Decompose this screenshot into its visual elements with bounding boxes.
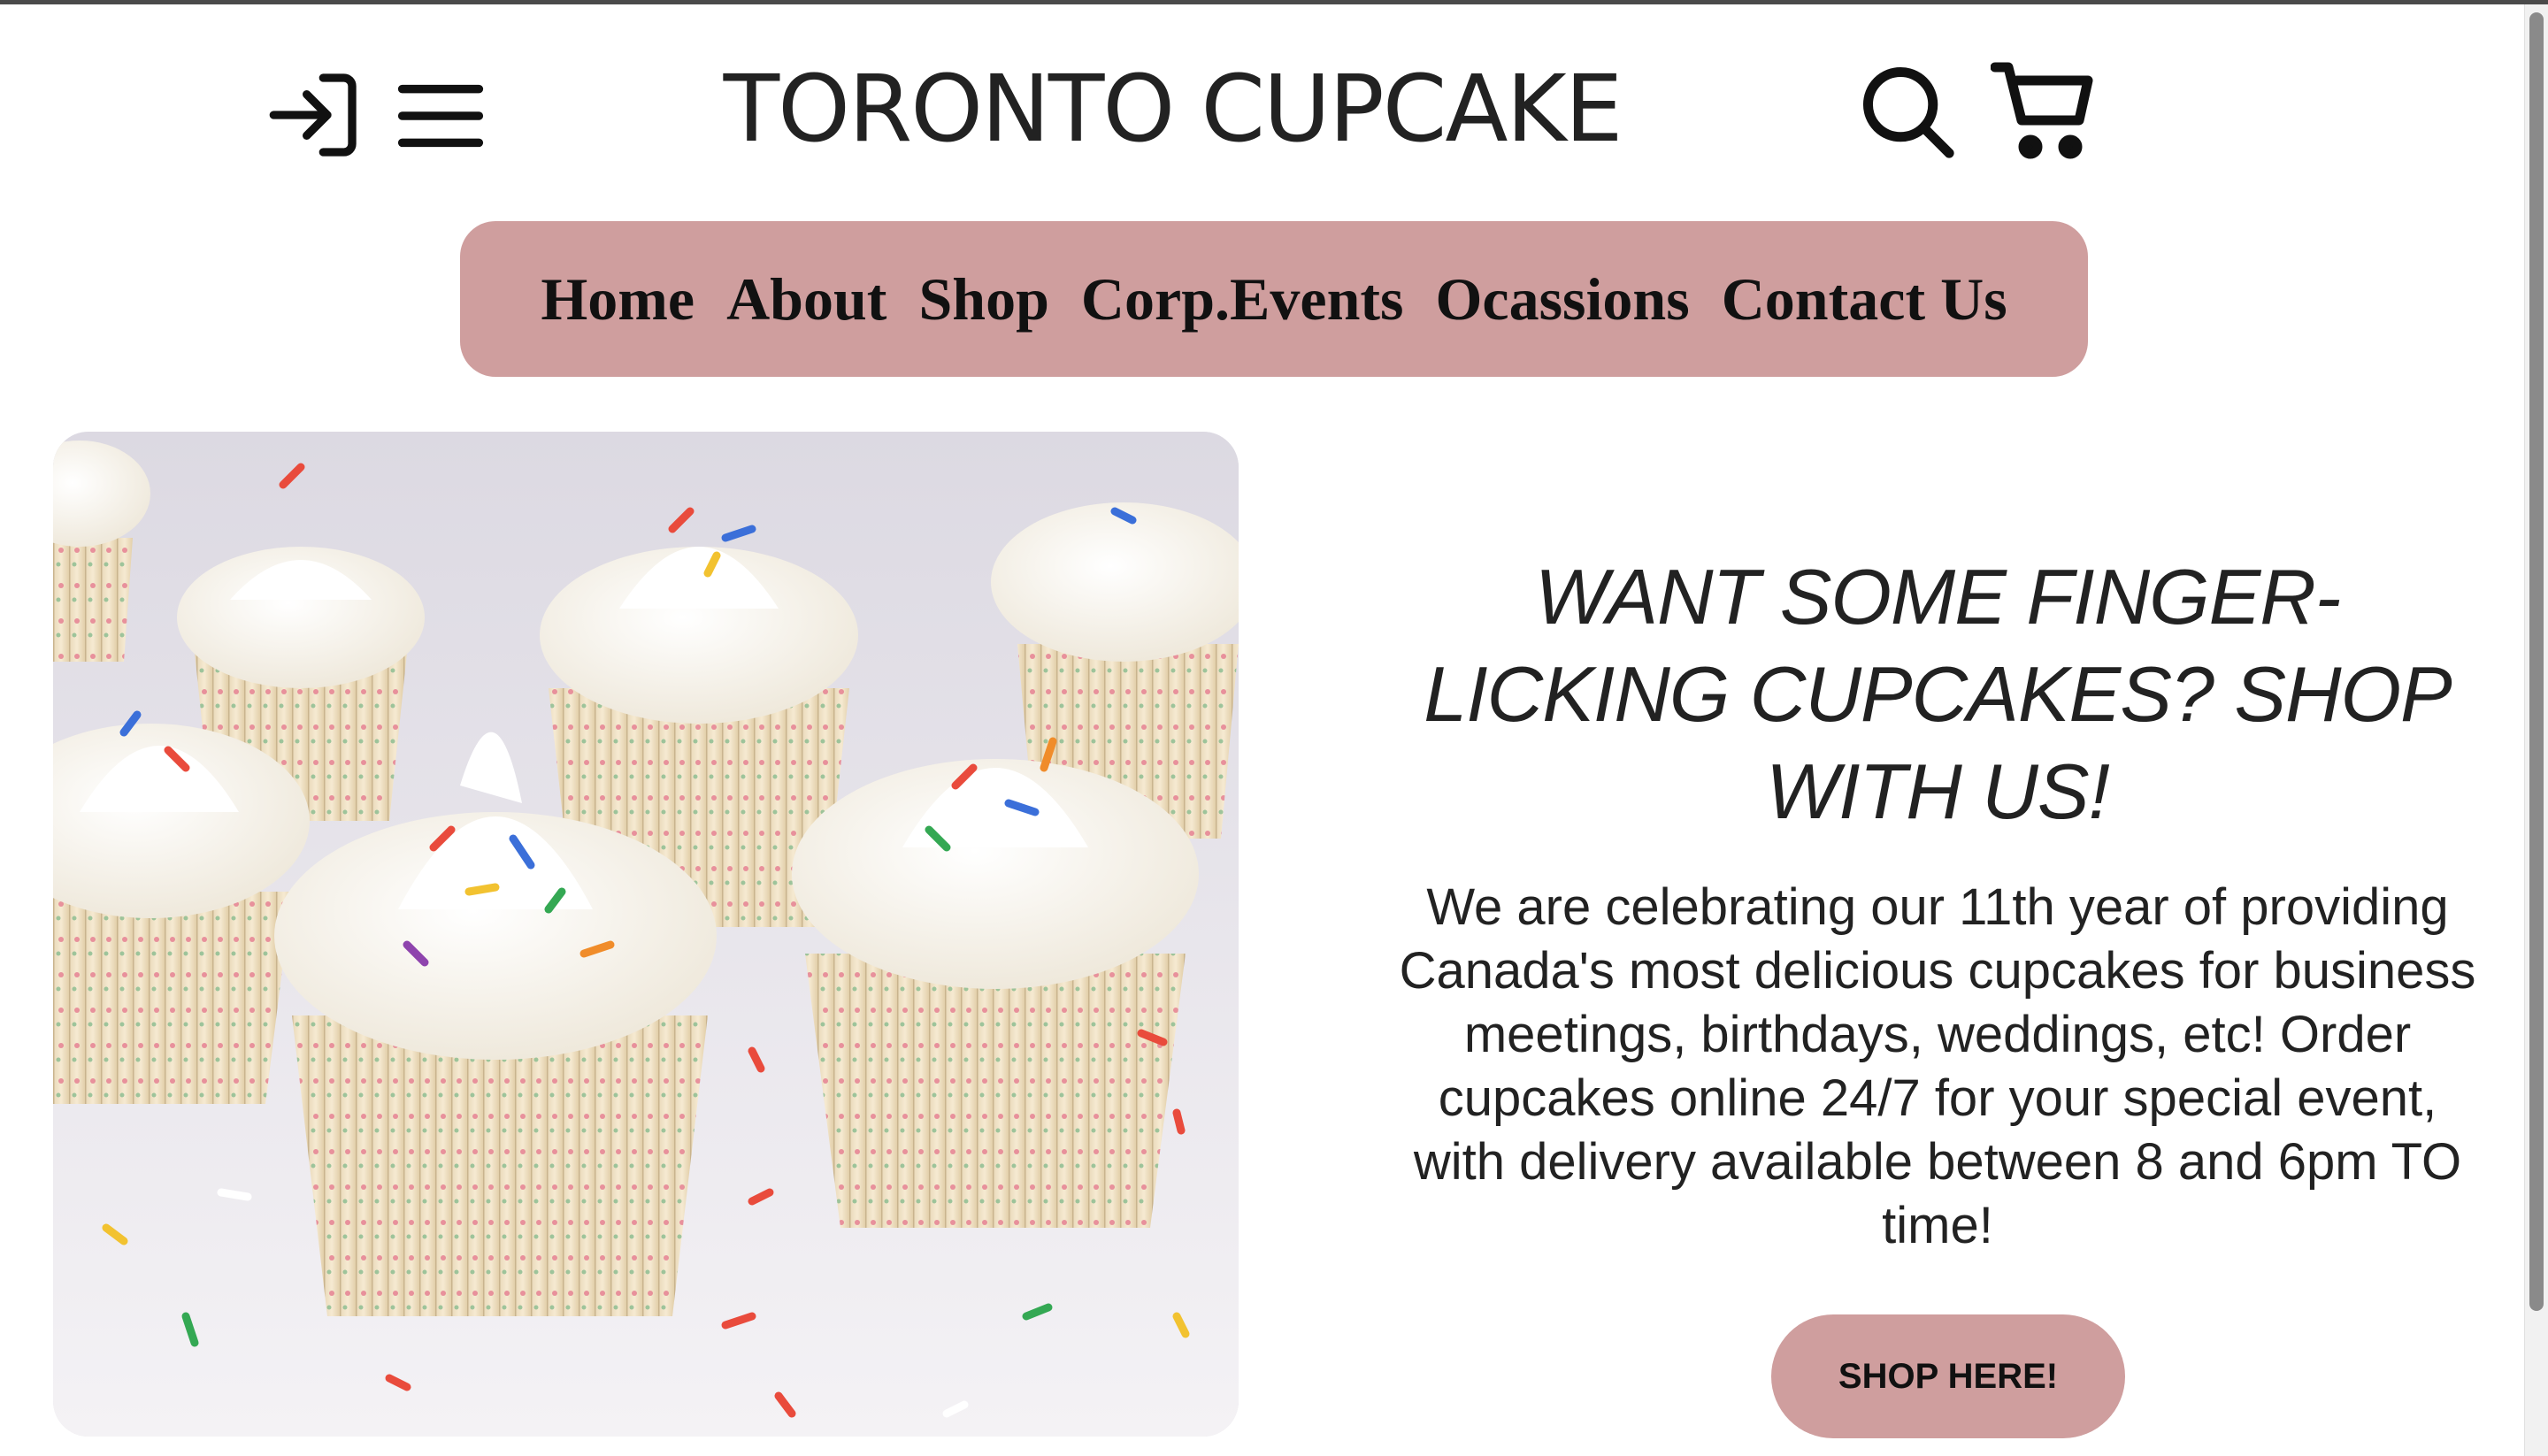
site-title[interactable]: TORONTO CUPCAKE [690,51,1654,166]
nav-item-occasions[interactable]: Ocassions [1436,264,1690,334]
hero-body-text: We are celebrating our 11th year of prov… [1399,878,2476,1254]
cart-icon[interactable] [1991,58,2097,165]
scrollbar-thumb[interactable] [2529,12,2544,1311]
shop-here-button[interactable]: SHOP HERE! [1771,1314,2125,1438]
search-icon[interactable] [1858,62,1955,159]
window-top-border [0,0,2548,4]
nav-item-home[interactable]: Home [541,264,695,334]
nav-item-corp-events[interactable]: Corp.Events [1081,264,1404,334]
nav-item-contact-us[interactable]: Contact Us [1722,264,2007,334]
hero-cupcakes-image [53,432,1239,1437]
hamburger-menu-icon[interactable] [395,76,487,156]
nav-item-shop[interactable]: Shop [918,264,1048,334]
hero-headline: WANT SOME FINGER-LICKING CUPCAKES? SHOP … [1424,553,2452,835]
login-icon[interactable] [265,65,365,165]
main-nav: Home About Shop Corp.Events Ocassions Co… [460,221,2088,377]
nav-item-about[interactable]: About [726,264,886,334]
